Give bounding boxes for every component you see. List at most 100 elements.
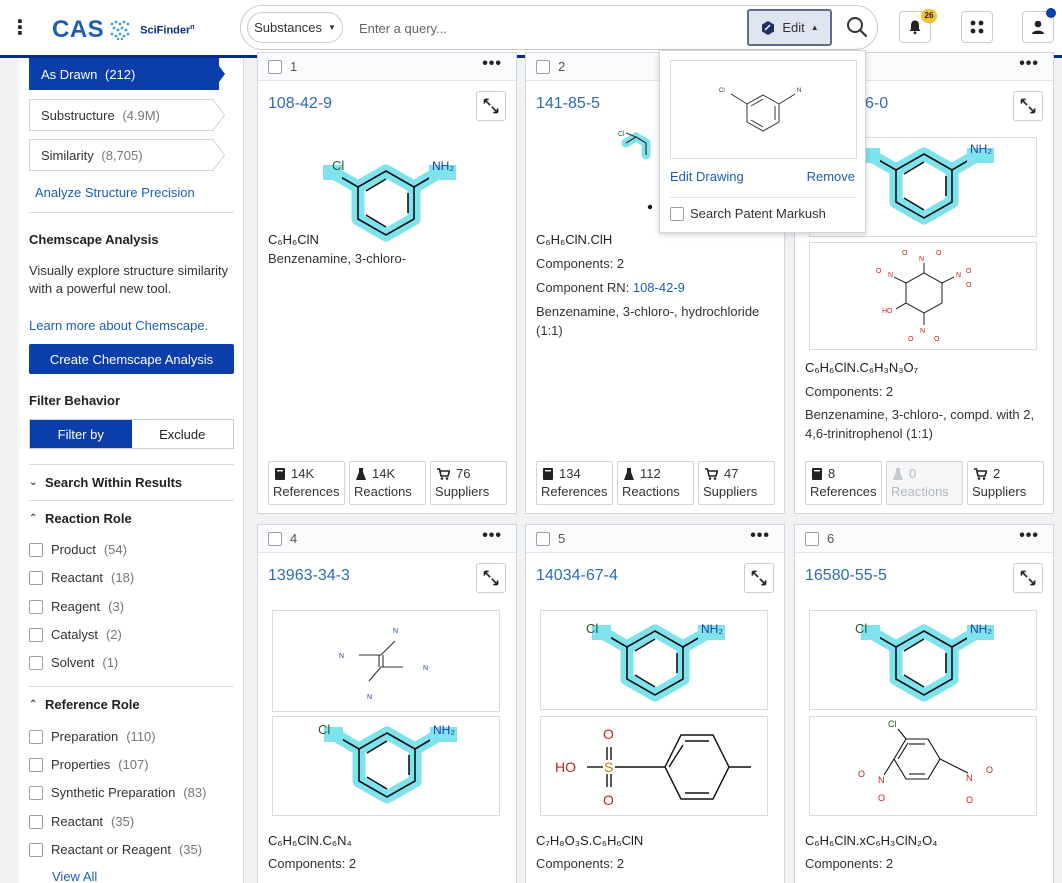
structure-partial[interactable]: Cl	[606, 125, 666, 215]
structure-box[interactable]: S O O HO	[540, 716, 768, 816]
structure-box[interactable]: Cl N O O N O O	[809, 716, 1037, 816]
query-input[interactable]	[359, 18, 739, 38]
svg-text:NH₂: NH₂	[433, 723, 455, 737]
suppliers-button[interactable]: 2 Suppliers	[967, 461, 1044, 505]
apps-button[interactable]	[961, 11, 993, 43]
filter-checkbox-properties[interactable]: Properties (107)	[29, 757, 149, 772]
structure-box[interactable]: Cl NH₂	[809, 610, 1037, 710]
apps-grid-icon	[970, 20, 984, 34]
checkbox[interactable]	[29, 814, 43, 829]
structure-box[interactable]: Cl NH₂	[540, 610, 768, 710]
references-button[interactable]: 8 References	[805, 461, 882, 505]
checkbox[interactable]	[29, 599, 43, 614]
edit-drawing-button[interactable]: Edit ▲	[747, 9, 832, 46]
select-checkbox[interactable]	[536, 60, 550, 74]
structure-box[interactable]: N N N N	[272, 610, 500, 712]
suppliers-button[interactable]: 76 Suppliers	[430, 461, 507, 505]
expand-icon[interactable]	[476, 91, 506, 121]
more-options-icon[interactable]: •••	[1019, 55, 1039, 73]
more-options-icon[interactable]: •••	[750, 527, 770, 545]
select-checkbox[interactable]	[805, 532, 819, 546]
references-button[interactable]: 14K References	[268, 461, 345, 505]
cas-rn-link[interactable]: 6-0	[865, 95, 888, 113]
exclude-option[interactable]: Exclude	[132, 420, 234, 448]
learn-more-chemscape-link[interactable]: Learn more about Chemscape.	[29, 318, 208, 333]
cas-rn-link[interactable]: 13963-34-3	[268, 567, 350, 585]
filter-checkbox-product[interactable]: Product (54)	[29, 542, 127, 557]
chevron-down-icon: ▼	[328, 23, 336, 32]
filter-checkbox-reactant-ref[interactable]: Reactant (35)	[29, 814, 134, 829]
structure-box[interactable]: N N N HO N O O O O O O O	[809, 242, 1037, 350]
query-structure-preview[interactable]: Cl N	[670, 60, 857, 159]
step-substructure[interactable]: Substructure (4.9M)	[29, 99, 225, 131]
svg-text:O: O	[936, 250, 942, 257]
references-button[interactable]: 134 References	[536, 461, 613, 505]
filter-by-option[interactable]: Filter by	[30, 420, 132, 448]
filter-checkbox-solvent[interactable]: Solvent (1)	[29, 655, 118, 670]
remove-structure-link[interactable]: Remove	[807, 169, 855, 184]
filter-checkbox-preparation[interactable]: Preparation (110)	[29, 729, 156, 744]
structure-hexagon-icon	[762, 20, 775, 35]
edit-label: Edit	[782, 20, 805, 35]
checkbox[interactable]	[29, 729, 43, 744]
analyze-structure-precision-link[interactable]: Analyze Structure Precision	[35, 185, 195, 200]
reactions-button[interactable]: 112 Reactions	[617, 461, 694, 505]
card-number: 6	[827, 531, 835, 546]
svg-text:Cl: Cl	[888, 719, 897, 729]
structure-box[interactable]: Cl NH₂	[272, 716, 500, 816]
components-count: Components: 2	[536, 856, 625, 871]
checkbox[interactable]	[29, 570, 43, 585]
search-within-results-toggle[interactable]: ⌄ Search Within Results	[29, 475, 182, 490]
components-count: Components: 2	[805, 384, 894, 399]
expand-icon[interactable]	[476, 563, 506, 593]
cas-rn-link[interactable]: 14034-67-4	[536, 567, 618, 585]
checkbox[interactable]	[29, 627, 43, 642]
search-patent-markush-checkbox[interactable]	[670, 206, 684, 221]
expand-icon[interactable]	[744, 563, 774, 593]
components-count: Components: 2	[805, 856, 894, 871]
cas-rn-link[interactable]: 141-85-5	[536, 95, 600, 113]
components-count: Components: 2	[536, 256, 625, 271]
filter-checkbox-catalyst[interactable]: Catalyst (2)	[29, 627, 122, 642]
view-all-link[interactable]: View All	[52, 869, 97, 883]
cas-rn-link[interactable]: 16580-55-5	[805, 567, 887, 585]
edit-drawing-link[interactable]: Edit Drawing	[670, 169, 744, 184]
card-number: 5	[558, 531, 566, 546]
reaction-role-toggle[interactable]: ⌃ Reaction Role	[29, 511, 132, 526]
search-icon[interactable]	[845, 15, 869, 39]
cas-logo[interactable]: CAS SciFindern	[52, 14, 195, 46]
create-chemscape-button[interactable]: Create Chemscape Analysis	[29, 344, 234, 374]
select-checkbox[interactable]	[536, 532, 550, 546]
more-options-icon[interactable]: •••	[1019, 527, 1039, 545]
expand-icon[interactable]	[1013, 91, 1043, 121]
search-type-dropdown[interactable]: Substances ▼	[247, 12, 343, 43]
chemscape-description: Visually explore structure similarity wi…	[29, 263, 229, 296]
expand-icon[interactable]	[1013, 563, 1043, 593]
suppliers-button[interactable]: 47 Suppliers	[698, 461, 775, 505]
filter-checkbox-synthetic-preparation[interactable]: Synthetic Preparation (83)	[29, 785, 206, 800]
reactions-button[interactable]: 14K Reactions	[349, 461, 426, 505]
card-header: 6 •••	[795, 525, 1053, 553]
select-checkbox[interactable]	[268, 60, 282, 74]
svg-text:O: O	[603, 726, 614, 742]
checkbox[interactable]	[29, 655, 43, 670]
checkbox[interactable]	[29, 757, 43, 772]
main-menu-icon[interactable]: ⋮	[10, 18, 30, 40]
checkbox[interactable]	[29, 542, 43, 557]
filter-checkbox-reactant[interactable]: Reactant (18)	[29, 570, 134, 585]
component-rn-link[interactable]: 108-42-9	[633, 280, 685, 295]
more-options-icon[interactable]: •••	[482, 527, 502, 545]
step-similarity[interactable]: Similarity (8,705)	[29, 139, 225, 171]
select-checkbox[interactable]	[268, 532, 282, 546]
reactions-button: 0 Reactions	[886, 461, 963, 505]
reference-role-toggle[interactable]: ⌃ Reference Role	[29, 697, 140, 712]
checkbox[interactable]	[29, 785, 43, 800]
more-options-icon[interactable]: •••	[482, 55, 502, 73]
search-patent-markush-option[interactable]: Search Patent Markush	[670, 206, 826, 221]
step-as-drawn[interactable]: As Drawn (212)	[29, 58, 225, 90]
filter-checkbox-reactant-or-reagent[interactable]: Reactant or Reagent (35)	[29, 842, 202, 857]
cas-rn-link[interactable]: 108-42-9	[268, 95, 332, 113]
substance-name: Benzenamine, 3-chloro-	[268, 251, 407, 266]
checkbox[interactable]	[29, 842, 43, 857]
filter-checkbox-reagent[interactable]: Reagent (3)	[29, 599, 124, 614]
